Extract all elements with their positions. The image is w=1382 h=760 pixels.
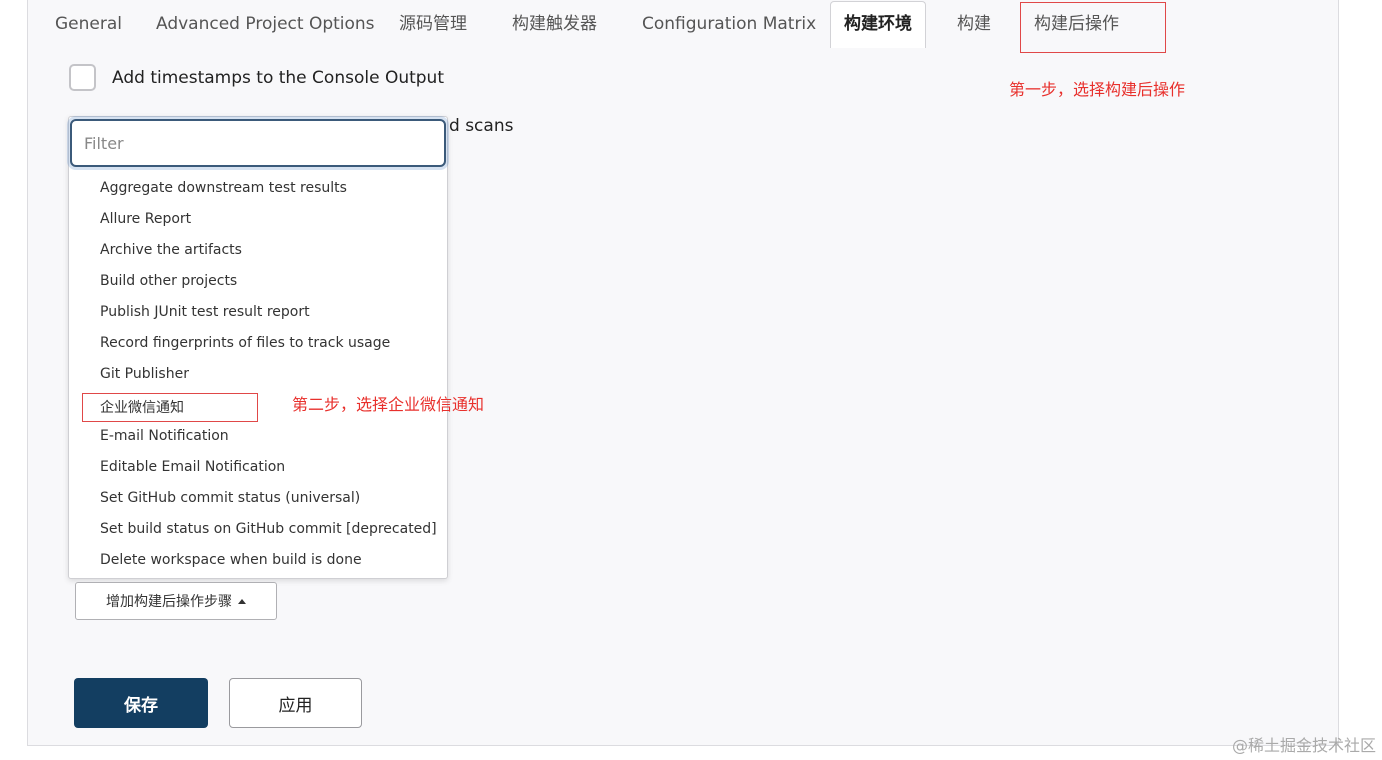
menu-item-github-commit-status[interactable]: Set GitHub commit status (universal) bbox=[100, 490, 360, 506]
menu-item-git-publisher[interactable]: Git Publisher bbox=[100, 366, 189, 382]
tab-general[interactable]: General bbox=[55, 0, 122, 48]
post-build-action-dropdown: Aggregate downstream test results Allure… bbox=[68, 116, 448, 579]
step1-highlight-box bbox=[1020, 2, 1166, 53]
menu-item-allure-report[interactable]: Allure Report bbox=[100, 211, 191, 227]
menu-item-delete-workspace[interactable]: Delete workspace when build is done bbox=[100, 552, 362, 568]
tab-source-control[interactable]: 源码管理 bbox=[399, 0, 467, 48]
step2-highlight-box bbox=[82, 393, 258, 422]
tab-build-environment[interactable]: 构建环境 bbox=[830, 1, 926, 48]
menu-item-record-fingerprints[interactable]: Record fingerprints of files to track us… bbox=[100, 335, 390, 351]
menu-item-publish-junit[interactable]: Publish JUnit test result report bbox=[100, 304, 310, 320]
tab-build[interactable]: 构建 bbox=[957, 0, 991, 48]
caret-up-icon bbox=[238, 598, 246, 604]
timestamps-checkbox[interactable] bbox=[69, 64, 96, 91]
tab-advanced-project-options[interactable]: Advanced Project Options bbox=[156, 0, 375, 48]
partial-option-label: d scans bbox=[449, 116, 514, 136]
apply-button[interactable]: 应用 bbox=[229, 678, 362, 728]
save-button[interactable]: 保存 bbox=[74, 678, 208, 728]
timestamps-label: Add timestamps to the Console Output bbox=[112, 68, 444, 88]
step2-annotation: 第二步，选择企业微信通知 bbox=[292, 395, 485, 414]
filter-input[interactable] bbox=[70, 119, 446, 167]
menu-item-build-other-projects[interactable]: Build other projects bbox=[100, 273, 237, 289]
step1-annotation: 第一步，选择构建后操作 bbox=[1009, 80, 1186, 99]
add-post-build-step-button[interactable]: 增加构建后操作步骤 bbox=[75, 582, 277, 620]
menu-item-email-notification[interactable]: E-mail Notification bbox=[100, 428, 229, 444]
menu-item-aggregate-test-results[interactable]: Aggregate downstream test results bbox=[100, 180, 347, 196]
menu-item-archive-artifacts[interactable]: Archive the artifacts bbox=[100, 242, 242, 258]
tab-configuration-matrix[interactable]: Configuration Matrix bbox=[642, 0, 816, 48]
watermark: @稀土掘金技术社区 bbox=[1231, 736, 1376, 755]
menu-item-editable-email[interactable]: Editable Email Notification bbox=[100, 459, 285, 475]
tab-build-triggers[interactable]: 构建触发器 bbox=[512, 0, 597, 48]
add-post-build-step-label: 增加构建后操作步骤 bbox=[106, 594, 232, 610]
menu-item-github-build-status[interactable]: Set build status on GitHub commit [depre… bbox=[100, 521, 437, 537]
